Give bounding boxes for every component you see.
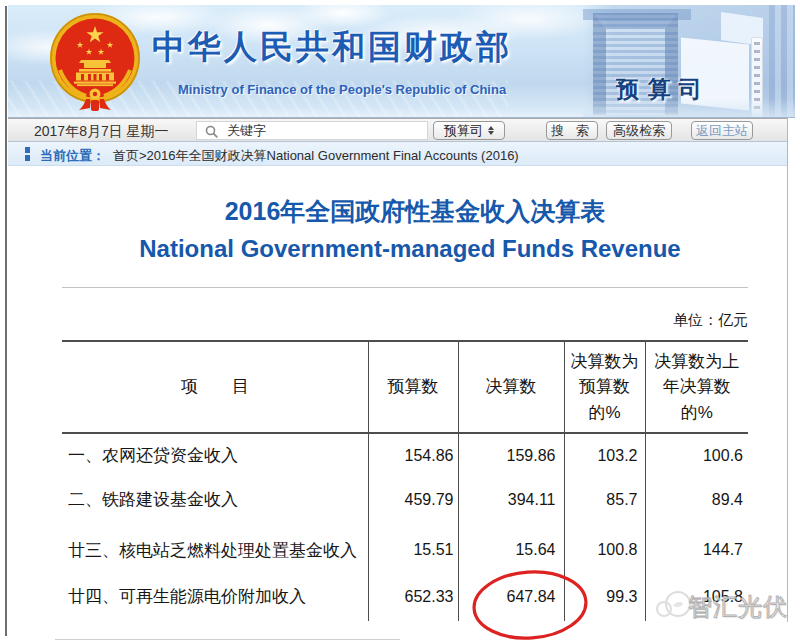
search-input[interactable]	[227, 123, 422, 138]
row-pct-budget: 85.7	[564, 477, 645, 522]
return-home-button[interactable]: 返回主站	[691, 121, 753, 140]
col-header-pct-prev: 决算数为上 年决算数 的%	[645, 341, 748, 433]
row-budget: 154.86	[368, 433, 458, 477]
location-icon	[25, 147, 30, 161]
site-title-english: Ministry of Finance of the People's Repu…	[178, 82, 506, 97]
national-emblem-icon	[48, 10, 142, 114]
search-button[interactable]: 搜 索	[546, 121, 598, 140]
date-text: 2017年8月7日 星期一	[34, 123, 169, 141]
row-budget: 459.79	[368, 477, 458, 522]
row-item: 廿三、核电站乏燃料处理处置基金收入	[62, 528, 368, 572]
row-item: 一、农网还贷资金收入	[62, 433, 368, 477]
site-banner: 中华人民共和国财政部 Ministry of Finance of the Pe…	[8, 5, 795, 118]
col-header-pct-budget: 决算数为 预算数 的%	[564, 341, 645, 433]
bottom-cut-line	[55, 639, 400, 640]
row-pct-budget: 100.8	[564, 528, 645, 572]
table-row: 廿三、核电站乏燃料处理处置基金收入 15.51 15.64 100.8 144.…	[62, 528, 748, 572]
row-pct-budget: 99.3	[564, 572, 645, 621]
col-header-item: 项 目	[62, 341, 368, 433]
row-item: 廿四、可再生能源电价附加收入	[62, 572, 368, 621]
section-select-value: 预算司	[444, 122, 483, 140]
search-box[interactable]	[196, 121, 428, 140]
section-select[interactable]: 预算司	[433, 121, 505, 140]
row-pct-budget: 103.2	[564, 433, 645, 477]
page-left-border	[5, 6, 7, 636]
row-item: 二、铁路建设基金收入	[62, 477, 368, 522]
row-pct-prev: 144.7	[645, 528, 748, 572]
unit-label: 单位：亿元	[500, 311, 748, 330]
table-header-row: 项 目 预算数 决算数 决算数为 预算数 的% 决算数为上 年决算数 的%	[62, 341, 748, 433]
row-budget: 15.51	[368, 528, 458, 572]
table-row: 一、农网还贷资金收入 154.86 159.86 103.2 100.6	[62, 433, 748, 477]
breadcrumb-label: 当前位置：	[40, 147, 105, 165]
toolbar: 2017年8月7日 星期一 预算司 搜 索 高级检索 返回主站	[8, 118, 787, 142]
table-row: 二、铁路建设基金收入 459.79 394.11 85.7 89.4	[62, 477, 748, 522]
row-final: 647.84	[458, 572, 564, 621]
department-name: 预 算 司	[616, 74, 703, 105]
watermark-text: 智汇光伏	[688, 591, 788, 623]
breadcrumb-path[interactable]: 首页>2016年全国财政决算National Government Final …	[113, 147, 519, 165]
col-header-final: 决算数	[458, 341, 564, 433]
search-icon	[205, 125, 219, 139]
funds-table: 项 目 预算数 决算数 决算数为 预算数 的% 决算数为上 年决算数 的% 一、…	[62, 340, 748, 621]
col-header-budget: 预算数	[368, 341, 458, 433]
row-final: 394.11	[458, 477, 564, 522]
title-divider	[62, 287, 748, 288]
row-final: 159.86	[458, 433, 564, 477]
row-final: 15.64	[458, 528, 564, 572]
page-title-english: National Government-managed Funds Revenu…	[67, 235, 753, 263]
row-pct-prev: 100.6	[645, 433, 748, 477]
breadcrumb: 当前位置： 首页>2016年全国财政决算National Government …	[8, 142, 787, 166]
advanced-search-button[interactable]: 高级检索	[606, 121, 672, 140]
row-budget: 652.33	[368, 572, 458, 621]
site-title: 中华人民共和国财政部	[152, 25, 512, 70]
select-arrows-icon	[488, 126, 494, 135]
row-pct-prev: 89.4	[645, 477, 748, 522]
table-row: 廿四、可再生能源电价附加收入 652.33 647.84 99.3 105.8	[62, 572, 748, 621]
content-right-border	[787, 117, 788, 622]
page-title: 2016年全国政府性基金收入决算表	[72, 195, 758, 228]
